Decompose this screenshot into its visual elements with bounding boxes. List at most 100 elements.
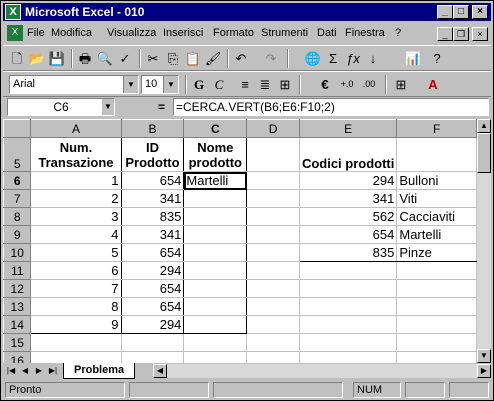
cell-a[interactable]: 2 [30,189,122,208]
cell-d[interactable] [246,351,300,363]
cell-e[interactable] [298,279,398,298]
redo-icon[interactable]: ↷ [261,49,281,68]
align-center-icon[interactable]: ≡ [235,75,255,94]
cell-a[interactable]: 1 [30,171,122,190]
cell-a[interactable]: 5 [30,243,122,262]
cell-d5[interactable] [246,137,300,172]
cell-a[interactable]: 4 [30,225,122,244]
cell-a[interactable]: 3 [30,207,122,226]
cell-b[interactable]: 341 [120,189,185,208]
workbook-icon[interactable]: X [7,25,23,41]
header-num-transazione[interactable]: Num. Transazione [30,137,122,172]
cell-b[interactable] [120,351,185,363]
row-header[interactable]: 12 [3,279,32,298]
paste-icon[interactable]: 📋 [183,49,203,68]
workbook-minimize-button[interactable]: _ [437,27,453,41]
font-size-select[interactable]: 10 ▼ [141,75,179,94]
column-header-e[interactable]: E [298,119,398,138]
row-header[interactable]: 10 [3,243,32,262]
cell-e[interactable] [298,315,398,334]
menu-finestra[interactable]: Finestra [345,27,385,39]
cell-f[interactable] [396,279,477,298]
increase-decimal-icon[interactable]: +.0 [337,75,357,94]
active-cell-c6[interactable]: Martelli [183,171,248,190]
chart-wizard-icon[interactable]: 📊 [403,49,423,68]
cell-e[interactable] [298,297,398,316]
cell-b[interactable]: 654 [120,171,185,190]
cell-b[interactable]: 294 [120,315,185,334]
undo-icon[interactable]: ↶ [231,49,251,68]
cell-f[interactable]: Martelli [396,225,477,244]
row-header[interactable]: 6 [3,171,32,190]
cut-icon[interactable]: ✂ [143,49,163,68]
menu-help[interactable]: ? [395,27,401,39]
scroll-down-icon[interactable]: ▼ [477,349,491,363]
edit-formula-button[interactable]: = [158,100,165,114]
menu-modifica[interactable]: Modifica [51,27,92,39]
row-header[interactable]: 8 [3,207,32,226]
cell-a[interactable]: 7 [30,279,122,298]
chevron-down-icon[interactable]: ▼ [102,99,114,115]
name-box[interactable]: C6 ▼ [7,98,115,116]
cell-d[interactable] [246,243,300,262]
cell-e[interactable]: 341 [298,189,398,208]
cell-b[interactable]: 341 [120,225,185,244]
cell-b[interactable]: 654 [120,243,185,262]
cell-c[interactable] [183,279,248,298]
cell-e[interactable]: 562 [298,207,398,226]
cell-f[interactable]: Bulloni [396,171,477,190]
chevron-down-icon[interactable]: ▼ [163,76,178,93]
cell-d[interactable] [246,297,300,316]
cell-e[interactable] [298,351,398,363]
cell-d[interactable] [246,171,300,190]
cell-f[interactable]: Viti [396,189,477,208]
next-sheet-icon[interactable]: ▶ [33,364,45,377]
cell-e[interactable]: 294 [298,171,398,190]
cell-c[interactable] [183,189,248,208]
vertical-scrollbar[interactable]: ▲ ▼ [477,119,491,363]
workbook-close-button[interactable]: × [472,27,488,41]
menu-file[interactable]: File [27,27,45,39]
cell-d[interactable] [246,261,300,280]
column-header-c[interactable]: C [183,119,248,138]
formula-input[interactable]: =CERCA.VERT(B6;E6:F10;2) [173,98,489,116]
hyperlink-icon[interactable]: 🌐 [303,49,323,68]
row-header[interactable]: 7 [3,189,32,208]
bold-icon[interactable]: G [189,75,209,94]
select-all-corner[interactable] [3,119,32,138]
vertical-scroll-thumb[interactable] [477,133,491,173]
cell-d[interactable] [246,225,300,244]
menu-inserisci[interactable]: Inserisci [163,27,203,39]
first-sheet-icon[interactable]: |◀ [5,364,17,377]
cell-f[interactable] [396,315,477,334]
row-header[interactable]: 13 [3,297,32,316]
currency-icon[interactable]: € [315,75,335,94]
minimize-button[interactable]: _ [437,5,453,19]
last-sheet-icon[interactable]: ▶| [47,364,59,377]
cell-f5[interactable] [396,137,477,172]
cell-b[interactable]: 294 [120,261,185,280]
row-header-5[interactable]: 5 [3,137,32,172]
cell-b[interactable]: 654 [120,297,185,316]
new-icon[interactable]: 🗋 [7,49,27,68]
italic-icon[interactable]: C [209,75,229,94]
cell-c[interactable] [183,351,248,363]
cell-c[interactable] [183,225,248,244]
cell-f[interactable]: Pinze [396,243,477,262]
column-header-a[interactable]: A [30,119,122,138]
function-icon[interactable]: ƒx [343,49,363,68]
column-header-d[interactable]: D [246,119,300,138]
help-icon[interactable]: ? [427,49,447,68]
cell-a[interactable] [30,333,122,352]
cell-f[interactable] [396,297,477,316]
maximize-button[interactable]: □ [453,5,469,19]
scroll-up-icon[interactable]: ▲ [477,119,491,133]
print-icon[interactable]: 🖶 [75,49,95,68]
chevron-down-icon[interactable]: ▼ [123,76,138,93]
decrease-decimal-icon[interactable]: .00 [359,75,379,94]
menu-visualizza[interactable]: Visualizza [107,27,156,39]
prev-sheet-icon[interactable]: ◀ [19,364,31,377]
header-id-prodotto[interactable]: ID Prodotto [120,137,185,172]
header-nome-prodotto[interactable]: Nome prodotto [183,137,248,172]
row-header[interactable]: 14 [3,315,32,334]
